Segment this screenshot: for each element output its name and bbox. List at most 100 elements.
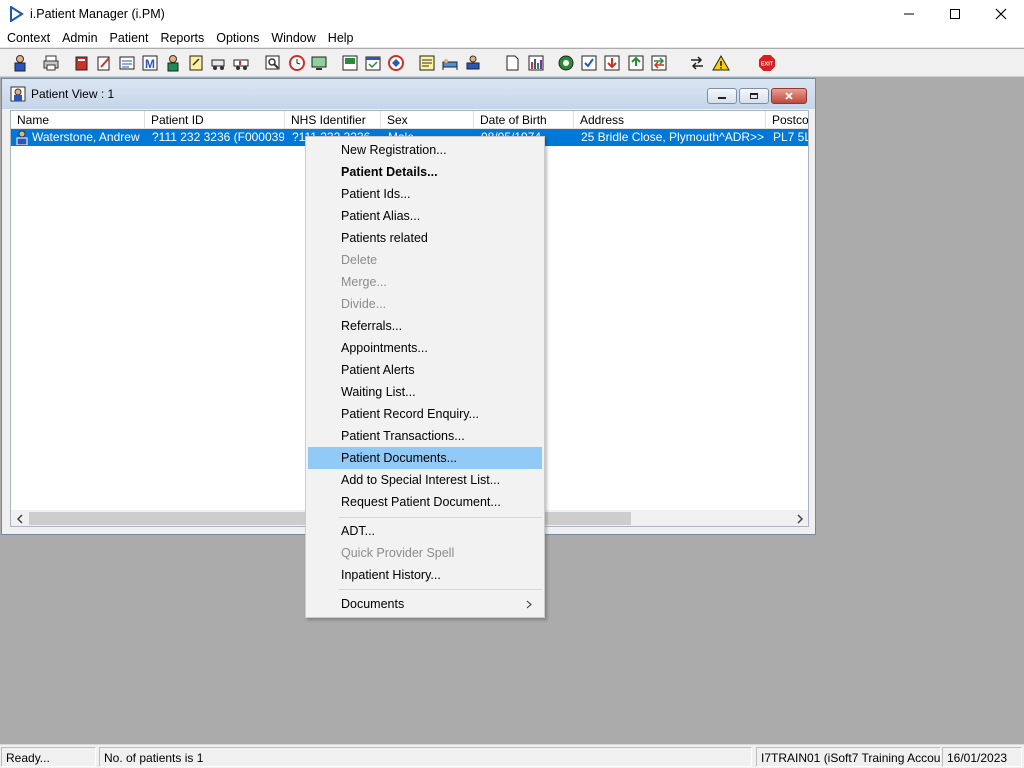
menu-reports[interactable]: Reports [154,28,210,48]
toolbar-search-button[interactable] [262,52,284,74]
child-minimize-button[interactable] [707,88,737,104]
toolbar-edit-button[interactable] [93,52,115,74]
toolbar-chart-button[interactable] [525,52,547,74]
status-ready: Ready... [1,747,96,767]
menu-item-referrals[interactable]: Referrals... [308,315,542,337]
toolbar-book-button[interactable] [71,52,93,74]
toolbar-calendar-button[interactable] [362,52,384,74]
ambulance-icon [233,59,249,70]
toolbar-monitor-button[interactable] [308,52,330,74]
menu-separator [339,517,542,518]
menu-item-request-patient-document[interactable]: Request Patient Document... [308,491,542,513]
toolbar-check-button[interactable] [578,52,600,74]
menu-context[interactable]: Context [1,28,56,48]
transport-icon [211,59,225,70]
menu-item-patient-transactions[interactable]: Patient Transactions... [308,425,542,447]
toolbar: M EXIT [0,49,1024,77]
menu-item-patients-related[interactable]: Patients related [308,227,542,249]
toolbar-page-button[interactable] [501,52,523,74]
restore-icon [750,93,758,99]
patient-view-titlebar[interactable]: Patient View : 1 [2,79,815,109]
toolbar-ambulance-button[interactable] [231,52,253,74]
toolbar-network-button[interactable] [555,52,577,74]
toolbar-person-button[interactable] [162,52,184,74]
menu-item-patient-alias[interactable]: Patient Alias... [308,205,542,227]
scroll-right-button[interactable] [791,510,808,526]
chart-icon [528,55,544,71]
chevron-right-icon [796,513,803,524]
patient-view-title: Patient View : 1 [31,87,115,101]
close-icon [785,92,793,100]
list-header: Name Patient ID NHS Identifier Sex Date … [11,111,808,129]
menu-item-new-registration[interactable]: New Registration... [308,139,542,161]
menu-item-patient-details[interactable]: Patient Details... [308,161,542,183]
toolbar-bed-button[interactable] [439,52,461,74]
status-account: I7TRAIN01 (iSoft7 Training Account) [756,747,941,767]
toolbar-exchange-button[interactable] [648,52,670,74]
menu-options[interactable]: Options [210,28,265,48]
status-bar: Ready... No. of patients is 1 I7TRAIN01 … [0,744,1024,768]
exit-label: EXIT [761,62,774,68]
menu-item-waiting-list[interactable]: Waiting List... [308,381,542,403]
app-title: i.Patient Manager (i.PM) [30,7,165,21]
column-header-address[interactable]: Address [574,111,766,129]
toolbar-transfer-button[interactable] [686,52,708,74]
menu-item-patient-alerts[interactable]: Patient Alerts [308,359,542,381]
menu-help[interactable]: Help [322,28,360,48]
chevron-left-icon [16,513,23,524]
scroll-left-button[interactable] [11,510,28,526]
menu-window[interactable]: Window [265,28,321,48]
menu-item-inpatient-history[interactable]: Inpatient History... [308,564,542,586]
toolbar-globe-button[interactable] [385,52,407,74]
column-header-patient-id[interactable]: Patient ID [145,111,285,129]
toolbar-list-button[interactable] [116,52,138,74]
menu-item-documents-label: Documents [341,597,405,611]
toolbar-warning-button[interactable] [710,52,732,74]
memo-icon [419,55,435,71]
minimize-button[interactable] [886,0,932,28]
column-header-name[interactable]: Name [11,111,145,129]
cell-patient-id: ?111 232 3236 (F000039) [152,130,284,144]
toolbar-transport-button[interactable] [208,52,230,74]
menu-item-patient-ids[interactable]: Patient Ids... [308,183,542,205]
menu-item-appointments[interactable]: Appointments... [308,337,542,359]
child-close-button[interactable] [771,88,807,104]
menu-item-divide: Divide... [341,297,387,311]
play-triangle-icon [10,6,24,22]
minimize-icon [718,97,726,99]
maximize-icon [950,9,960,19]
toolbar-clock-button[interactable] [286,52,308,74]
toolbar-patient-button[interactable] [9,52,31,74]
svg-text:M: M [145,57,155,71]
toolbar-document-button[interactable] [339,52,361,74]
toolbar-memo-button[interactable] [416,52,438,74]
bed-icon [442,59,458,70]
toolbar-m-button[interactable]: M [139,52,161,74]
child-restore-button[interactable] [739,88,769,104]
toolbar-exit-button[interactable]: EXIT [756,52,778,74]
list-icon [119,56,135,70]
menu-admin[interactable]: Admin [56,28,103,48]
toolbar-move-button[interactable] [462,52,484,74]
toolbar-notes-button[interactable] [185,52,207,74]
patient-context-menu: New Registration... Patient Details... P… [305,136,545,618]
toolbar-sync-button[interactable] [625,52,647,74]
m-icon: M [142,55,158,71]
menu-item-add-special-interest[interactable]: Add to Special Interest List... [308,469,542,491]
close-button[interactable] [978,0,1024,28]
menu-item-documents[interactable]: Documents [308,593,542,615]
column-header-nhs-identifier[interactable]: NHS Identifier [285,111,381,129]
clock-icon [289,55,305,71]
menu-item-adt[interactable]: ADT... [308,520,542,542]
column-header-sex[interactable]: Sex [381,111,474,129]
toolbar-print-button[interactable] [40,52,62,74]
column-header-postcode[interactable]: Postcode [766,111,808,129]
menu-item-patient-record-enquiry[interactable]: Patient Record Enquiry... [308,403,542,425]
search-icon [265,55,280,70]
download-icon [604,55,620,71]
menu-item-patient-documents[interactable]: Patient Documents... [308,447,542,469]
column-header-date-of-birth[interactable]: Date of Birth [474,111,574,129]
menu-patient[interactable]: Patient [104,28,155,48]
maximize-button[interactable] [932,0,978,28]
toolbar-download-button[interactable] [601,52,623,74]
